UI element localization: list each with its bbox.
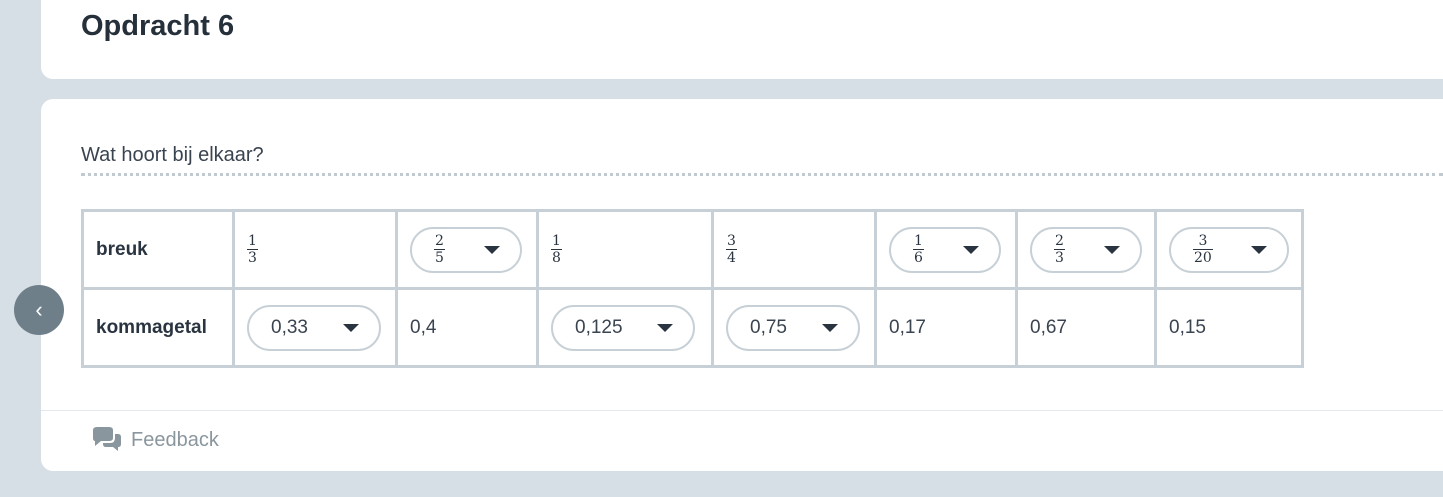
fraction-denominator: 3 xyxy=(248,250,257,266)
caret-down-icon xyxy=(963,245,979,254)
table-cell: 0,125 xyxy=(536,287,714,368)
row-label-breuk: breuk xyxy=(81,209,235,290)
fraction-numerator: 3 xyxy=(1198,233,1208,249)
fraction-numerator: 1 xyxy=(248,233,257,249)
dropdown-value: 0,33 xyxy=(271,316,308,338)
table-cell: 2 3 xyxy=(1015,209,1157,290)
row-label-kommagetal: kommagetal xyxy=(81,287,235,368)
fraction: 3 4 xyxy=(726,234,737,265)
decimal-dropdown[interactable]: 0,33 xyxy=(247,304,381,351)
table-cell: 2 5 xyxy=(395,209,539,290)
fraction: 1 8 xyxy=(551,234,562,265)
table-cell: 0,75 xyxy=(711,287,877,368)
chevron-left-icon: ‹ xyxy=(35,297,43,322)
fraction: 1 6 xyxy=(913,234,924,265)
table-cell: 1 6 xyxy=(874,209,1018,290)
match-table: breuk 1 3 2 5 1 8 3 4 1 6 2 3 3 20 komma… xyxy=(81,209,1304,368)
table-cell: 0,67 xyxy=(1015,287,1157,368)
table-row-kommagetal: kommagetal 0,33 0,4 0,125 0,75 0,17 0,67… xyxy=(81,287,1304,368)
fraction: 2 5 xyxy=(434,234,445,265)
table-cell: 3 20 xyxy=(1154,209,1304,290)
fraction-denominator: 5 xyxy=(435,250,444,266)
fraction-numerator: 1 xyxy=(914,233,923,249)
fraction-dropdown[interactable]: 1 6 xyxy=(889,226,1001,273)
fraction-numerator: 1 xyxy=(552,233,561,249)
table-cell: 0,33 xyxy=(232,287,398,368)
fraction-denominator: 4 xyxy=(727,250,736,266)
title-card: Opdracht 6 xyxy=(41,0,1443,79)
fraction-dropdown[interactable]: 3 20 xyxy=(1169,226,1289,273)
page-title: Opdracht 6 xyxy=(81,10,235,42)
fraction-denominator: 20 xyxy=(1194,250,1212,266)
table-cell: 3 4 xyxy=(711,209,877,290)
decimal-dropdown[interactable]: 0,75 xyxy=(726,304,860,351)
caret-down-icon xyxy=(343,323,359,332)
exercise-card: Wat hoort bij elkaar? breuk 1 3 2 5 1 8 … xyxy=(41,99,1443,471)
fraction: 3 20 xyxy=(1193,234,1213,265)
fraction-dropdown[interactable]: 2 3 xyxy=(1030,226,1142,273)
fraction: 2 3 xyxy=(1054,234,1065,265)
caret-down-icon xyxy=(1104,245,1120,254)
fraction-denominator: 6 xyxy=(914,250,923,266)
caret-down-icon xyxy=(657,323,673,332)
dotted-divider xyxy=(81,173,1443,176)
table-cell: 0,17 xyxy=(874,287,1018,368)
caret-down-icon xyxy=(1251,245,1267,254)
table-cell: 1 8 xyxy=(536,209,714,290)
feedback-label: Feedback xyxy=(131,428,219,451)
table-cell: 1 3 xyxy=(232,209,398,290)
table-cell: 0,15 xyxy=(1154,287,1304,368)
fraction-denominator: 8 xyxy=(552,250,561,266)
fraction-dropdown[interactable]: 2 5 xyxy=(410,226,522,273)
fraction-numerator: 2 xyxy=(1055,233,1064,249)
fraction-denominator: 3 xyxy=(1055,250,1064,266)
table-row-breuk: breuk 1 3 2 5 1 8 3 4 1 6 2 3 3 20 xyxy=(81,209,1304,290)
footer-divider xyxy=(41,410,1443,411)
question-text: Wat hoort bij elkaar? xyxy=(81,144,264,166)
fraction-numerator: 2 xyxy=(435,233,444,249)
fraction: 1 3 xyxy=(247,234,258,265)
decimal-dropdown[interactable]: 0,125 xyxy=(551,304,695,351)
dropdown-value: 0,125 xyxy=(575,316,623,338)
feedback-button[interactable]: Feedback xyxy=(91,427,219,453)
caret-down-icon xyxy=(822,323,838,332)
table-cell: 0,4 xyxy=(395,287,539,368)
previous-button[interactable]: ‹ xyxy=(14,285,64,335)
caret-down-icon xyxy=(484,245,500,254)
dropdown-value: 0,75 xyxy=(750,316,787,338)
fraction-numerator: 3 xyxy=(727,233,736,249)
chat-bubbles-icon xyxy=(93,427,121,451)
